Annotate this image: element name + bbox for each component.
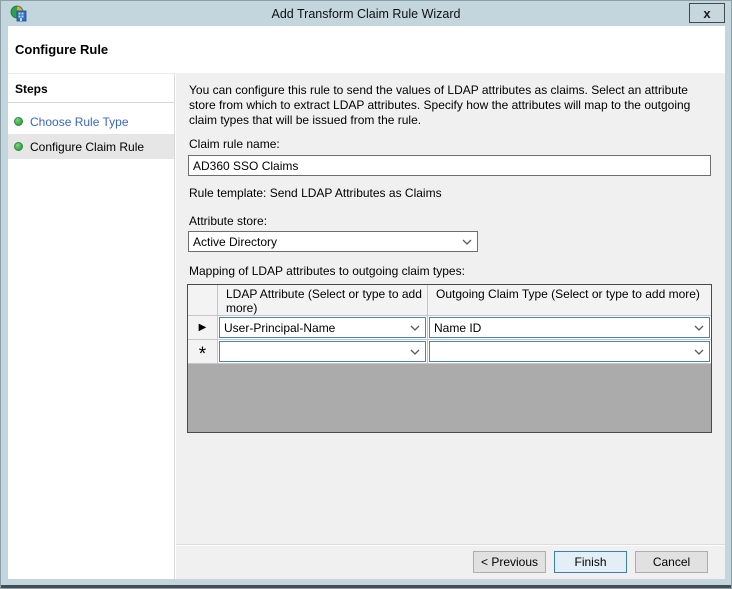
footer-separator bbox=[176, 544, 725, 546]
window-bottom-edge bbox=[1, 585, 731, 588]
chevron-down-icon bbox=[694, 325, 704, 331]
claims-mapping-grid: LDAP Attribute (Select or type to add mo… bbox=[187, 284, 712, 433]
adfs-app-icon bbox=[10, 5, 27, 22]
attribute-store-label: Attribute store: bbox=[189, 214, 268, 228]
step-complete-icon bbox=[14, 116, 23, 126]
ldap-attribute-select-row2[interactable] bbox=[219, 341, 426, 362]
row-selector-new[interactable]: * bbox=[188, 340, 218, 364]
steps-heading: Steps bbox=[8, 74, 174, 103]
rule-description-text: You can configure this rule to send the … bbox=[189, 83, 691, 127]
grid-header-ldap-attribute: LDAP Attribute (Select or type to add mo… bbox=[218, 285, 428, 316]
current-row-marker-icon: ▶ bbox=[198, 321, 207, 333]
mapping-label: Mapping of LDAP attributes to outgoing c… bbox=[189, 264, 465, 278]
chevron-down-icon bbox=[410, 349, 420, 355]
steps-sidebar: Steps Choose Rule Type Configure Claim R… bbox=[8, 73, 175, 579]
attribute-store-select[interactable]: Active Directory bbox=[188, 231, 478, 252]
page-header: Configure Rule bbox=[8, 26, 725, 73]
close-button[interactable]: x bbox=[689, 3, 725, 23]
chevron-down-icon bbox=[410, 325, 420, 331]
title-bar[interactable]: Add Transform Claim Rule Wizard x bbox=[2, 1, 730, 26]
step-label: Choose Rule Type bbox=[30, 114, 129, 129]
new-row-marker-icon: * bbox=[198, 344, 207, 365]
step-label: Configure Claim Rule bbox=[30, 139, 145, 154]
window-title: Add Transform Claim Rule Wizard bbox=[271, 6, 461, 21]
chevron-down-icon bbox=[462, 239, 472, 245]
chevron-down-icon bbox=[694, 349, 704, 355]
grid-corner-cell bbox=[188, 285, 218, 316]
ldap-attribute-value-row1: User-Principal-Name bbox=[224, 320, 336, 335]
grid-cell-ldap-attribute-row1: User-Principal-Name bbox=[218, 316, 428, 340]
claim-rule-name-label: Claim rule name: bbox=[189, 137, 280, 151]
previous-button[interactable]: < Previous bbox=[473, 551, 546, 573]
rule-template-text: Rule template: Send LDAP Attributes as C… bbox=[189, 186, 442, 200]
step-complete-icon bbox=[14, 141, 23, 151]
main-panel: You can configure this rule to send the … bbox=[176, 73, 725, 579]
wizard-window: Add Transform Claim Rule Wizard x Config… bbox=[0, 0, 732, 589]
outgoing-claim-type-value-row1: Name ID bbox=[434, 320, 482, 335]
sidebar-item-configure-claim-rule[interactable]: Configure Claim Rule bbox=[8, 134, 174, 159]
grid-cell-outgoing-claim-row2 bbox=[428, 340, 711, 364]
grid-cell-outgoing-claim-row1: Name ID bbox=[428, 316, 711, 340]
ldap-attribute-select-row1[interactable]: User-Principal-Name bbox=[219, 317, 426, 338]
claim-rule-name-input[interactable] bbox=[188, 155, 711, 176]
cancel-button[interactable]: Cancel bbox=[635, 551, 708, 573]
grid-empty-area bbox=[188, 364, 711, 432]
finish-button[interactable]: Finish bbox=[554, 551, 627, 573]
grid-cell-ldap-attribute-row2 bbox=[218, 340, 428, 364]
sidebar-item-choose-rule-type[interactable]: Choose Rule Type bbox=[8, 109, 174, 134]
page-title: Configure Rule bbox=[15, 42, 109, 57]
outgoing-claim-type-select-row2[interactable] bbox=[429, 341, 710, 362]
attribute-store-value: Active Directory bbox=[193, 234, 278, 249]
row-selector-current[interactable]: ▶ bbox=[188, 316, 218, 340]
grid-header-outgoing-claim-type: Outgoing Claim Type (Select or type to a… bbox=[428, 285, 711, 316]
dialog-client-area: Configure Rule Steps Choose Rule Type Co… bbox=[8, 26, 725, 579]
outgoing-claim-type-select-row1[interactable]: Name ID bbox=[429, 317, 710, 338]
